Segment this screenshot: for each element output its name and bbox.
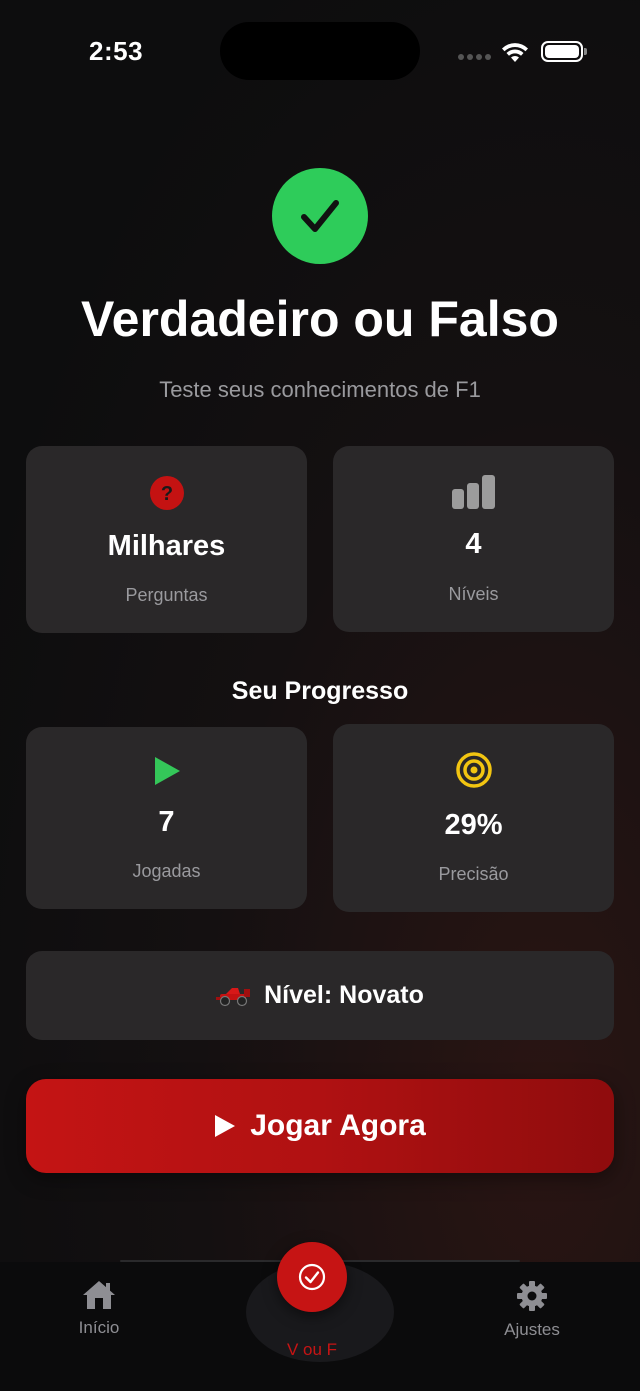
tab-home-label: Início <box>78 1318 120 1337</box>
stat-card-levels: 4 Níveis <box>333 446 614 632</box>
dynamic-island <box>220 22 420 80</box>
progress-value: 29% <box>444 809 503 841</box>
gear-icon <box>517 1281 547 1311</box>
bar-chart-icon <box>333 475 614 509</box>
target-icon <box>333 751 614 789</box>
stat-card-questions: ? Milhares Perguntas <box>26 446 307 633</box>
progress-card-plays: 7 Jogadas <box>26 727 307 909</box>
play-icon <box>215 1115 236 1137</box>
tab-settings-label: Ajustes <box>504 1320 560 1339</box>
level-text: Nível: Novato <box>264 981 424 1009</box>
check-circle-icon <box>298 1263 326 1291</box>
stat-label: Níveis <box>448 584 499 604</box>
status-bar: 2:53 <box>0 0 640 100</box>
page-subtitle: Teste seus conhecimentos de F1 <box>159 377 481 402</box>
race-car-icon <box>216 987 251 1006</box>
question-circle-icon: ? <box>26 475 307 511</box>
progress-card-accuracy: 29% Precisão <box>333 724 614 912</box>
stat-value: 4 <box>465 528 482 560</box>
battery-icon <box>541 41 587 62</box>
page-title: Verdadeiro ou Falso <box>81 291 559 347</box>
tab-settings[interactable]: Ajustes <box>494 1280 570 1340</box>
wifi-icon <box>502 43 528 62</box>
progress-label: Precisão <box>438 864 509 884</box>
status-time: 2:53 <box>89 36 144 66</box>
checkmark-circle-icon <box>272 168 368 264</box>
level-card: Nível: Novato <box>26 951 614 1040</box>
tab-true-false-label: V ou F <box>286 1340 338 1359</box>
progress-label: Jogadas <box>132 861 201 881</box>
svg-text:?: ? <box>160 483 172 505</box>
signal-dots-icon <box>458 54 492 60</box>
tab-true-false[interactable] <box>277 1242 347 1312</box>
play-now-label: Jogar Agora <box>250 1109 426 1142</box>
play-icon <box>26 756 307 786</box>
progress-section-title: Seu Progresso <box>231 677 409 705</box>
play-now-button[interactable]: Jogar Agora <box>26 1079 614 1173</box>
stat-value: Milhares <box>107 530 226 562</box>
home-icon <box>83 1281 115 1309</box>
tab-home[interactable]: Início <box>66 1280 132 1338</box>
stat-label: Perguntas <box>125 585 208 605</box>
progress-value: 7 <box>158 806 175 838</box>
